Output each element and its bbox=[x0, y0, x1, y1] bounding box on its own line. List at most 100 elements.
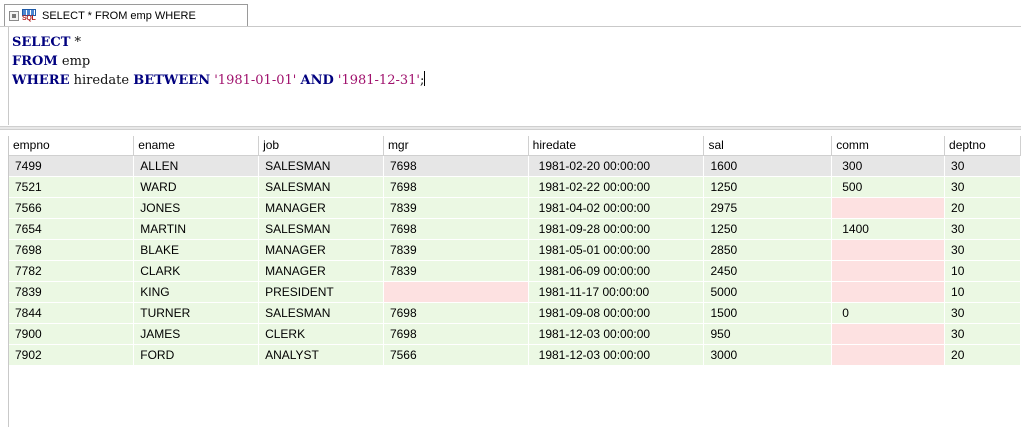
cell-ename[interactable]: ALLEN bbox=[133, 155, 260, 177]
cell-mgr[interactable]: 7698 bbox=[383, 323, 529, 345]
cell-hiredate[interactable]: 1981-05-01 00:00:00 bbox=[528, 239, 705, 261]
cell-deptno[interactable]: 30 bbox=[944, 176, 1021, 198]
cell-mgr[interactable]: 7698 bbox=[383, 218, 529, 240]
cell-hiredate[interactable]: 1981-06-09 00:00:00 bbox=[528, 260, 705, 282]
cell-ename[interactable]: JAMES bbox=[133, 323, 260, 345]
cell-job[interactable]: SALESMAN bbox=[258, 302, 384, 324]
null-cell[interactable] bbox=[831, 323, 946, 345]
table-row[interactable]: 7499 ALLEN SALESMAN 7698 1981-02-20 00:00:00… bbox=[9, 155, 1021, 177]
cell-ename[interactable]: FORD bbox=[133, 344, 260, 366]
null-cell[interactable] bbox=[383, 281, 529, 303]
editor-results-splitter[interactable] bbox=[0, 126, 1021, 130]
table-row[interactable]: 7654 MARTIN SALESMAN 7698 1981-09-28 00:00:0… bbox=[9, 218, 1021, 240]
cell-ename[interactable]: BLAKE bbox=[133, 239, 260, 261]
cell-empno[interactable]: 7499 bbox=[9, 155, 135, 177]
cell-deptno[interactable]: 10 bbox=[944, 260, 1021, 282]
table-row[interactable]: 7698 BLAKE MANAGER 7839 1981-05-01 00:00:00 2… bbox=[9, 239, 1021, 261]
cell-sal[interactable]: 3000 bbox=[703, 344, 833, 366]
cell-ename[interactable]: MARTIN bbox=[133, 218, 260, 240]
column-header-deptno[interactable]: deptno bbox=[944, 136, 1021, 156]
cell-sal[interactable]: 5000 bbox=[703, 281, 833, 303]
cell-mgr[interactable]: 7698 bbox=[383, 302, 529, 324]
null-cell[interactable] bbox=[831, 344, 946, 366]
column-header-ename[interactable]: ename bbox=[133, 136, 260, 156]
null-cell[interactable] bbox=[831, 239, 946, 261]
cell-hiredate[interactable]: 1981-12-03 00:00:00 bbox=[528, 323, 705, 345]
cell-empno[interactable]: 7839 bbox=[9, 281, 135, 303]
cell-empno[interactable]: 7654 bbox=[9, 218, 135, 240]
cell-comm[interactable]: 500 bbox=[831, 176, 946, 198]
cell-job[interactable]: SALESMAN bbox=[258, 218, 384, 240]
cell-deptno[interactable]: 20 bbox=[944, 344, 1021, 366]
column-header-empno[interactable]: empno bbox=[9, 136, 135, 156]
table-row[interactable]: 7566 JONES MANAGER 7839 1981-04-02 00:00:00 2… bbox=[9, 197, 1021, 219]
cell-comm[interactable]: 300 bbox=[831, 155, 946, 177]
cell-empno[interactable]: 7566 bbox=[9, 197, 135, 219]
cell-hiredate[interactable]: 1981-04-02 00:00:00 bbox=[528, 197, 705, 219]
cell-job[interactable]: MANAGER bbox=[258, 197, 384, 219]
cell-sal[interactable]: 2975 bbox=[703, 197, 833, 219]
cell-deptno[interactable]: 20 bbox=[944, 197, 1021, 219]
cell-empno[interactable]: 7521 bbox=[9, 176, 135, 198]
null-cell[interactable] bbox=[831, 281, 946, 303]
cell-ename[interactable]: TURNER bbox=[133, 302, 260, 324]
column-header-comm[interactable]: comm bbox=[831, 136, 946, 156]
cell-mgr[interactable]: 7839 bbox=[383, 260, 529, 282]
cell-comm[interactable]: 1400 bbox=[831, 218, 946, 240]
cell-hiredate[interactable]: 1981-09-08 00:00:00 bbox=[528, 302, 705, 324]
table-row[interactable]: 7782 CLARK MANAGER 7839 1981-06-09 00:00:00 2… bbox=[9, 260, 1021, 282]
null-cell[interactable] bbox=[831, 260, 946, 282]
table-row[interactable]: 7839 KING PRESIDENT 1981-11-17 00:00:00 5000… bbox=[9, 281, 1021, 303]
cell-deptno[interactable]: 30 bbox=[944, 323, 1021, 345]
cell-job[interactable]: PRESIDENT bbox=[258, 281, 384, 303]
cell-hiredate[interactable]: 1981-02-22 00:00:00 bbox=[528, 176, 705, 198]
cell-sal[interactable]: 1250 bbox=[703, 218, 833, 240]
cell-sal[interactable]: 1250 bbox=[703, 176, 833, 198]
column-header-mgr[interactable]: mgr bbox=[383, 136, 529, 156]
null-cell[interactable] bbox=[831, 197, 946, 219]
results-grid[interactable]: empno ename job mgr hiredate sal comm deptno 74… bbox=[8, 136, 1021, 427]
cell-job[interactable]: MANAGER bbox=[258, 239, 384, 261]
table-row[interactable]: 7902 FORD ANALYST 7566 1981-12-03 00:00:00 30… bbox=[9, 344, 1021, 366]
column-header-sal[interactable]: sal bbox=[703, 136, 833, 156]
cell-hiredate[interactable]: 1981-11-17 00:00:00 bbox=[528, 281, 705, 303]
cell-mgr[interactable]: 7698 bbox=[383, 155, 529, 177]
cell-deptno[interactable]: 30 bbox=[944, 239, 1021, 261]
cell-sal[interactable]: 2450 bbox=[703, 260, 833, 282]
cell-empno[interactable]: 7900 bbox=[9, 323, 135, 345]
cell-ename[interactable]: JONES bbox=[133, 197, 260, 219]
cell-ename[interactable]: WARD bbox=[133, 176, 260, 198]
cell-sal[interactable]: 1500 bbox=[703, 302, 833, 324]
cell-empno[interactable]: 7902 bbox=[9, 344, 135, 366]
cell-job[interactable]: MANAGER bbox=[258, 260, 384, 282]
table-row[interactable]: 7844 TURNER SALESMAN 7698 1981-09-08 00:00:0… bbox=[9, 302, 1021, 324]
cell-sal[interactable]: 2850 bbox=[703, 239, 833, 261]
cell-mgr[interactable]: 7566 bbox=[383, 344, 529, 366]
column-header-hiredate[interactable]: hiredate bbox=[528, 136, 705, 156]
cell-ename[interactable]: CLARK bbox=[133, 260, 260, 282]
cell-job[interactable]: SALESMAN bbox=[258, 176, 384, 198]
sql-editor[interactable]: SELECT * FROM emp WHERE hiredate BETWEEN '… bbox=[8, 27, 1021, 125]
table-row[interactable]: 7521 WARD SALESMAN 7698 1981-02-22 00:00:00 1… bbox=[9, 176, 1021, 198]
cell-empno[interactable]: 7698 bbox=[9, 239, 135, 261]
cell-empno[interactable]: 7782 bbox=[9, 260, 135, 282]
cell-ename[interactable]: KING bbox=[133, 281, 260, 303]
cell-comm[interactable]: 0 bbox=[831, 302, 946, 324]
query-tab[interactable]: SQL SELECT * FROM emp WHERE bbox=[4, 4, 248, 26]
cell-job[interactable]: CLERK bbox=[258, 323, 384, 345]
cell-empno[interactable]: 7844 bbox=[9, 302, 135, 324]
cell-sal[interactable]: 1600 bbox=[703, 155, 833, 177]
cell-deptno[interactable]: 30 bbox=[944, 155, 1021, 177]
table-row[interactable]: 7900 JAMES CLERK 7698 1981-12-03 00:00:00 950… bbox=[9, 323, 1021, 345]
cell-job[interactable]: ANALYST bbox=[258, 344, 384, 366]
cell-deptno[interactable]: 30 bbox=[944, 218, 1021, 240]
column-header-job[interactable]: job bbox=[258, 136, 384, 156]
cell-hiredate[interactable]: 1981-12-03 00:00:00 bbox=[528, 344, 705, 366]
cell-deptno[interactable]: 10 bbox=[944, 281, 1021, 303]
tab-menu-icon[interactable] bbox=[9, 10, 19, 21]
cell-hiredate[interactable]: 1981-02-20 00:00:00 bbox=[528, 155, 705, 177]
cell-mgr[interactable]: 7839 bbox=[383, 239, 529, 261]
cell-job[interactable]: SALESMAN bbox=[258, 155, 384, 177]
cell-mgr[interactable]: 7698 bbox=[383, 176, 529, 198]
cell-sal[interactable]: 950 bbox=[703, 323, 833, 345]
